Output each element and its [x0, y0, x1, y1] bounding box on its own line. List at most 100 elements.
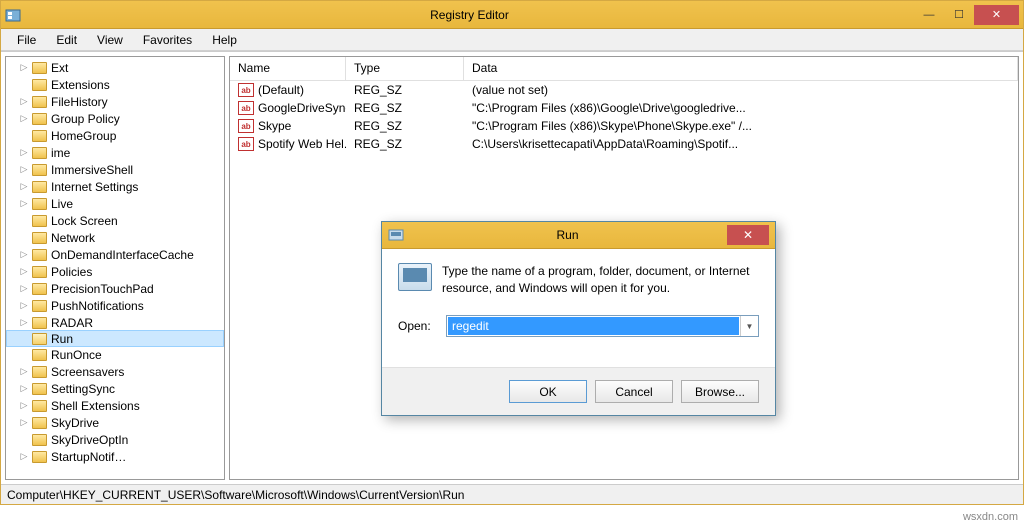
statusbar-path: Computer\HKEY_CURRENT_USER\Software\Micr… — [7, 488, 464, 502]
col-header-name[interactable]: Name — [230, 57, 346, 80]
folder-icon — [32, 349, 47, 361]
tree-pane[interactable]: ▷Ext Extensions ▷ FileHistory ▷ Group PolicyH… — [5, 56, 225, 480]
folder-icon — [32, 198, 47, 210]
tree-item[interactable]: ▷PushNotifications — [6, 297, 224, 314]
tree-item[interactable]: ▷Shell Extensions — [6, 397, 224, 414]
menu-file[interactable]: File — [7, 30, 46, 50]
expander-icon[interactable]: ▷ — [18, 249, 30, 260]
tree-item[interactable]: ▷ Screensavers — [6, 363, 224, 380]
close-button[interactable]: ✕ — [974, 5, 1019, 25]
tree-item-label: FileHistory — [51, 95, 108, 109]
tree-item[interactable]: ▷ OnDemandInterfaceCache — [6, 246, 224, 263]
expander-icon[interactable]: ▷ — [18, 198, 30, 209]
folder-icon — [32, 434, 47, 446]
tree-item[interactable]: ▷SkyDrive — [6, 414, 224, 431]
tree-item-label: SkyDriveOptIn — [51, 433, 128, 447]
cell-name: abSkype — [230, 119, 346, 133]
menu-help[interactable]: Help — [202, 30, 247, 50]
run-open-combobox[interactable]: regedit ▼ — [446, 315, 759, 337]
cell-data: "C:\Program Files (x86)\Google\Drive\goo… — [464, 101, 1018, 115]
tree-item[interactable]: ▷ PrecisionTouchPad — [6, 280, 224, 297]
string-value-icon: ab — [238, 83, 254, 97]
tree-item[interactable]: RunOnce — [6, 346, 224, 363]
run-close-button[interactable]: ✕ — [727, 225, 769, 245]
run-open-label: Open: — [398, 319, 446, 333]
run-cancel-button[interactable]: Cancel — [595, 380, 673, 403]
tree-item[interactable]: ▷ Policies — [6, 263, 224, 280]
folder-icon — [32, 147, 47, 159]
expander-icon[interactable]: ▷ — [18, 383, 30, 394]
tree-item-label: OnDemandInterfaceCache — [51, 248, 194, 262]
list-row[interactable]: abGoogleDriveSyncREG_SZ"C:\Program Files… — [230, 99, 1018, 117]
folder-icon — [32, 451, 47, 463]
run-ok-button[interactable]: OK — [509, 380, 587, 403]
minimize-button[interactable]: — — [914, 5, 944, 25]
expander-icon[interactable]: ▷ — [18, 96, 30, 107]
window-title: Registry Editor — [25, 8, 914, 22]
expander-icon[interactable]: ▷ — [18, 417, 30, 428]
folder-icon — [32, 62, 47, 74]
tree-item[interactable]: HomeGroup — [6, 127, 224, 144]
list-row[interactable]: abSpotify Web Hel...REG_SZC:\Users\krise… — [230, 135, 1018, 153]
run-footer: OK Cancel Browse... — [382, 367, 775, 415]
tree-item[interactable]: ▷RADAR — [6, 314, 224, 331]
menu-favorites[interactable]: Favorites — [133, 30, 202, 50]
tree-item[interactable]: ▷Live — [6, 195, 224, 212]
tree-item[interactable]: Extensions — [6, 76, 224, 93]
col-header-type[interactable]: Type — [346, 57, 464, 80]
menu-view[interactable]: View — [87, 30, 133, 50]
tree-item[interactable]: ▷ime — [6, 144, 224, 161]
run-combo-dropdown-icon[interactable]: ▼ — [740, 316, 758, 336]
expander-icon[interactable]: ▷ — [18, 147, 30, 158]
folder-icon — [32, 130, 47, 142]
tree-item[interactable]: ▷Internet Settings — [6, 178, 224, 195]
tree-item-label: Group Policy — [51, 112, 120, 126]
tree-item[interactable]: ▷Ext — [6, 59, 224, 76]
folder-icon — [32, 300, 47, 312]
tree-item-label: Policies — [51, 265, 92, 279]
tree-item[interactable]: ▷ StartupNotif… — [6, 448, 224, 465]
folder-icon — [32, 400, 47, 412]
folder-icon — [32, 333, 47, 345]
expander-icon[interactable]: ▷ — [18, 400, 30, 411]
tree-item[interactable]: ▷ Group Policy — [6, 110, 224, 127]
expander-icon[interactable]: ▷ — [18, 266, 30, 277]
expander-icon[interactable]: ▷ — [18, 317, 30, 328]
tree-item[interactable]: SkyDriveOptIn — [6, 431, 224, 448]
cell-type: REG_SZ — [346, 137, 464, 151]
run-open-value[interactable]: regedit — [448, 317, 739, 335]
cell-type: REG_SZ — [346, 101, 464, 115]
folder-icon — [32, 317, 47, 329]
col-header-data[interactable]: Data — [464, 57, 1018, 80]
list-row[interactable]: ab(Default)REG_SZ(value not set) — [230, 81, 1018, 99]
tree-item-label: Screensavers — [51, 365, 124, 379]
tree-item[interactable]: ▷SettingSync — [6, 380, 224, 397]
expander-icon[interactable]: ▷ — [18, 300, 30, 311]
tree-item[interactable]: Lock Screen — [6, 212, 224, 229]
expander-icon[interactable]: ▷ — [18, 366, 30, 377]
expander-icon[interactable]: ▷ — [18, 181, 30, 192]
expander-icon[interactable]: ▷ — [18, 451, 30, 462]
tree-item[interactable]: Run — [6, 330, 224, 347]
run-body: Type the name of a program, folder, docu… — [382, 249, 775, 367]
expander-icon[interactable]: ▷ — [18, 164, 30, 175]
tree-item[interactable]: ▷ FileHistory — [6, 93, 224, 110]
folder-icon — [32, 113, 47, 125]
maximize-button[interactable]: ☐ — [944, 5, 974, 25]
cell-name: ab(Default) — [230, 83, 346, 97]
tree-item-label: StartupNotif… — [51, 450, 126, 464]
expander-icon[interactable]: ▷ — [18, 113, 30, 124]
run-browse-button[interactable]: Browse... — [681, 380, 759, 403]
expander-icon[interactable]: ▷ — [18, 62, 30, 73]
tree-item-label: ImmersiveShell — [51, 163, 133, 177]
list-row[interactable]: abSkypeREG_SZ"C:\Program Files (x86)\Sky… — [230, 117, 1018, 135]
menubar: File Edit View Favorites Help — [1, 29, 1023, 51]
folder-icon — [32, 366, 47, 378]
tree-item[interactable]: Network — [6, 229, 224, 246]
run-program-icon — [398, 263, 432, 291]
tree-item-label: Extensions — [51, 78, 110, 92]
tree-item[interactable]: ▷ ImmersiveShell — [6, 161, 224, 178]
tree-item-label: PrecisionTouchPad — [51, 282, 154, 296]
menu-edit[interactable]: Edit — [46, 30, 87, 50]
expander-icon[interactable]: ▷ — [18, 283, 30, 294]
